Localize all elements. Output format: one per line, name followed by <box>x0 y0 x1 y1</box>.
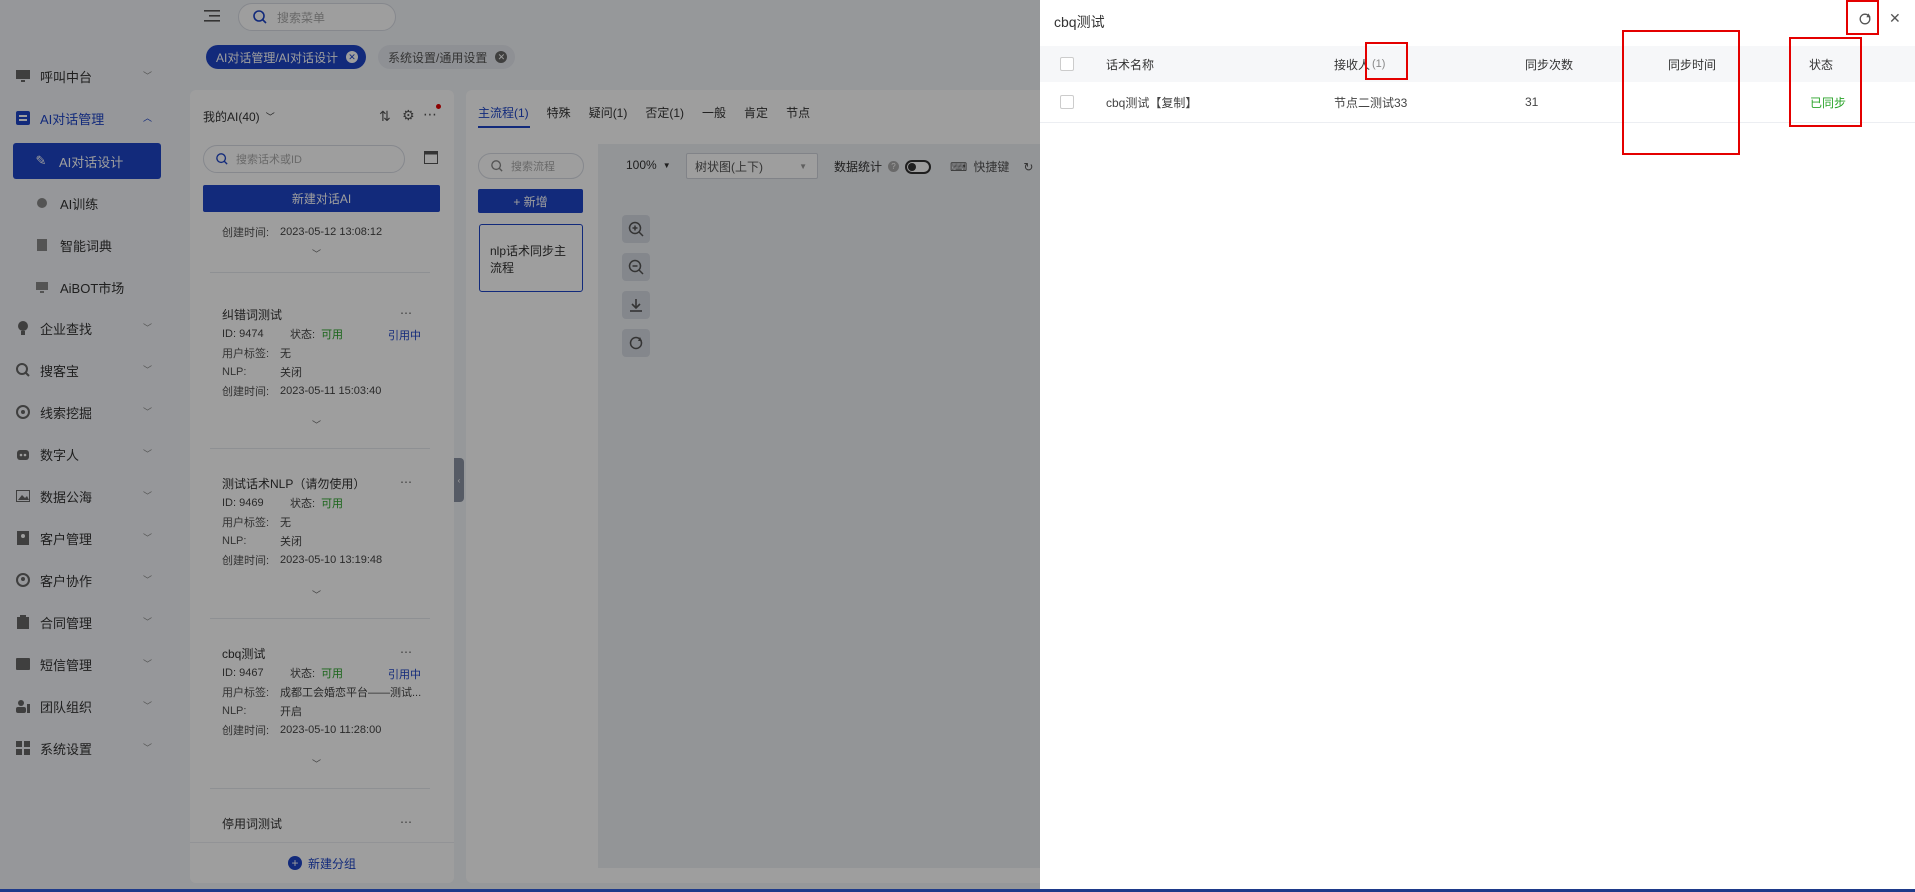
row-checkbox[interactable] <box>1060 82 1074 122</box>
divider <box>1040 122 1915 123</box>
highlight-box <box>1365 42 1408 80</box>
cell-sync-count: 31 <box>1525 95 1539 109</box>
sync-drawer: cbq测试 ✕ 话术名称 接收人 (1) 同步次数 同步时间 状态 cbq测试【… <box>1040 0 1915 892</box>
highlight-box <box>1789 37 1862 127</box>
close-icon[interactable]: ✕ <box>1889 10 1901 27</box>
highlight-box <box>1622 30 1740 155</box>
modal-overlay[interactable] <box>0 0 1040 892</box>
cell-script-name: cbq测试【复制】 <box>1106 95 1198 110</box>
table-header <box>1040 46 1915 82</box>
select-all-checkbox[interactable] <box>1060 46 1074 82</box>
col-script-name: 话术名称 <box>1106 57 1155 72</box>
col-sync-count: 同步次数 <box>1525 57 1574 72</box>
highlight-box <box>1846 0 1879 35</box>
drawer-title: cbq测试 <box>1054 14 1105 30</box>
cell-receiver: 节点二测试33 <box>1334 95 1408 110</box>
